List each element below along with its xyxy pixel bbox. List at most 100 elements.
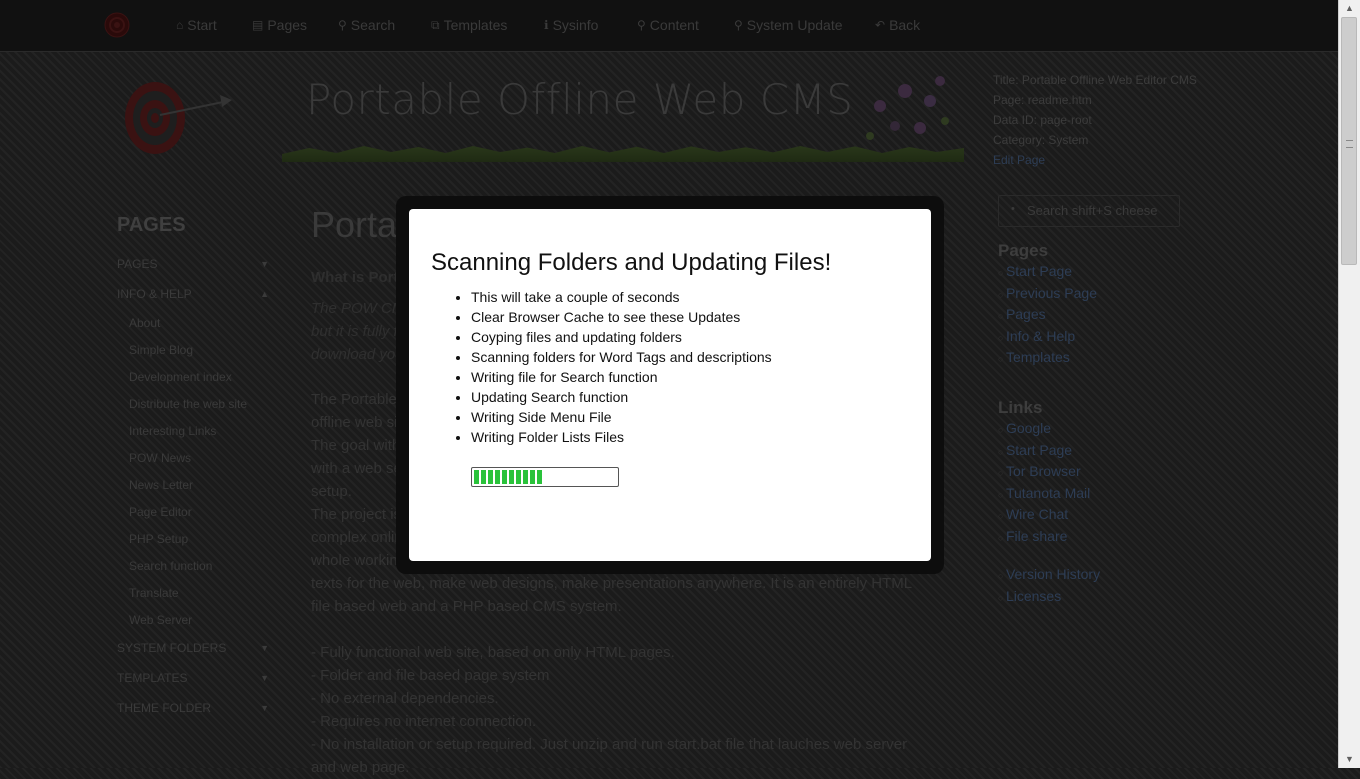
sidebar-item[interactable]: Interesting Links — [117, 421, 277, 448]
feature-item: - No external dependencies. — [311, 690, 499, 707]
nav-item-label: System Update — [746, 17, 843, 33]
chevron-up-icon: ▲ — [260, 289, 269, 299]
sidebar-item[interactable]: Page Editor — [117, 502, 277, 529]
sidebar-section-theme-folder[interactable]: THEME FOLDER ▼ — [117, 697, 277, 727]
bullet-icon: • — [1011, 203, 1015, 215]
dialog-title: Scanning Folders and Updating Files! — [431, 249, 832, 276]
nav-item-label: Back — [889, 17, 921, 33]
update-step: Coyping files and updating folders — [471, 327, 772, 347]
update-step: Writing Folder Lists Files — [471, 427, 772, 447]
templates-icon: ⧉ — [431, 17, 440, 32]
nav-item-label: Content — [649, 17, 699, 33]
external-link[interactable]: Start Page — [998, 440, 1198, 462]
sidebar-item[interactable]: Distribute the web site — [117, 394, 277, 421]
paragraph-line: texts for the web, make web designs, mak… — [311, 575, 913, 592]
info-link[interactable]: Licenses — [998, 586, 1198, 608]
nav-item-templates[interactable]: ⧉ Templates — [431, 17, 507, 33]
page-link[interactable]: Templates — [998, 347, 1198, 369]
page-link[interactable]: Info & Help — [998, 326, 1198, 348]
scroll-up-arrow-icon[interactable]: ▲ — [1341, 0, 1358, 17]
sidebar-section-pages[interactable]: PAGES ▼ — [117, 253, 277, 283]
sidebar-item[interactable]: Development index — [117, 367, 277, 394]
external-link[interactable]: Google — [998, 418, 1198, 440]
banner-title: Portable Offline Web CMS — [306, 75, 854, 124]
sidebar-menu: PAGES ▼ INFO & HELP ▲ About Simple Blog De… — [117, 253, 277, 727]
links-list: GoogleStart PageTor BrowserTutanota Mail… — [998, 418, 1198, 547]
sidebar-item[interactable]: Web Server — [117, 610, 277, 637]
sidebar-section-label: TEMPLATES — [117, 671, 188, 685]
nav-item-search[interactable]: ⚲ Search — [338, 17, 395, 33]
paragraph-line: file based web and a PHP based CMS syste… — [311, 598, 622, 615]
info-icon: ℹ — [544, 18, 549, 32]
page-info-data-id: Data ID: page-root — [993, 113, 1092, 127]
search-icon: ⚲ — [734, 18, 743, 32]
page-info-title: Title: Portable Offline Web Editor CMS — [993, 73, 1197, 87]
nav-item-back[interactable]: ↶ Back — [875, 17, 920, 33]
sidebar-section-system-folders[interactable]: SYSTEM FOLDERS ▼ — [117, 637, 277, 667]
chevron-down-icon: ▼ — [260, 259, 269, 269]
page-link[interactable]: Pages — [998, 304, 1198, 326]
top-nav-bar: ⌂ Start ▤ Pages ⚲ Search ⧉ Templates ℹ Sysinfo ⚲ Co… — [0, 0, 1338, 52]
scrollbar-thumb[interactable] — [1341, 17, 1357, 265]
chevron-down-icon: ▼ — [260, 703, 269, 713]
sidebar-item[interactable]: Search function — [117, 556, 277, 583]
sidebar-item[interactable]: About — [117, 313, 277, 340]
nav-item-label: Sysinfo — [552, 17, 599, 33]
nav-item-start[interactable]: ⌂ Start — [176, 17, 217, 33]
update-steps-list: This will take a couple of secondsClear … — [471, 287, 772, 447]
feature-item: - Fully functional web site, based on on… — [311, 644, 675, 661]
sidebar-section-templates[interactable]: TEMPLATES ▼ — [117, 667, 277, 697]
edit-page-link[interactable]: Edit Page — [993, 150, 1197, 170]
external-link[interactable]: Wire Chat — [998, 504, 1198, 526]
external-link[interactable]: Tor Browser — [998, 461, 1198, 483]
feature-item: - Requires no internet connection. — [311, 713, 537, 730]
update-step: Updating Search function — [471, 387, 772, 407]
nav-item-label: Search — [350, 17, 396, 33]
pages-link-list: Start PagePrevious PagePagesInfo & HelpT… — [998, 261, 1198, 369]
external-link[interactable]: File share — [998, 526, 1198, 548]
progress-bar-fill — [474, 470, 544, 484]
search-icon: ⚲ — [637, 18, 646, 32]
page-link[interactable]: Previous Page — [998, 283, 1198, 305]
vertical-scrollbar[interactable]: ▲ ▼ — [1338, 0, 1360, 768]
sidebar-item[interactable]: Simple Blog — [117, 340, 277, 367]
target-logo-icon[interactable] — [104, 12, 130, 38]
grip-icon — [1346, 140, 1353, 148]
sidebar-item[interactable]: News Letter — [117, 475, 277, 502]
sidebar-section-label: PAGES — [117, 257, 158, 271]
page-icon: ▤ — [252, 18, 264, 32]
progress-bar — [471, 467, 619, 487]
page-info-category: Category: System — [993, 133, 1089, 147]
update-step: Scanning folders for Word Tags and descr… — [471, 347, 772, 367]
update-step: Writing file for Search function — [471, 367, 772, 387]
flowers-decoration — [866, 76, 949, 140]
nav-item-label: Pages — [267, 17, 308, 33]
home-icon: ⌂ — [176, 18, 184, 32]
sidebar-item[interactable]: POW News — [117, 448, 277, 475]
sidebar-item[interactable]: PHP Setup — [117, 529, 277, 556]
more-links-list: Version HistoryLicenses — [998, 564, 1198, 607]
external-link[interactable]: Tutanota Mail — [998, 483, 1198, 505]
scroll-down-arrow-icon[interactable]: ▼ — [1341, 751, 1358, 768]
nav-item-system-update[interactable]: ⚲ System Update — [734, 17, 843, 33]
nav-item-pages[interactable]: ▤ Pages — [252, 17, 307, 33]
sidebar-section-label: INFO & HELP — [117, 287, 192, 301]
search-input[interactable]: • Search shift+S cheese — [998, 195, 1180, 227]
chevron-down-icon: ▼ — [260, 673, 269, 683]
sidebar-heading: PAGES — [117, 214, 186, 236]
pages-heading: Pages — [998, 241, 1049, 260]
info-link[interactable]: Version History — [998, 564, 1198, 586]
update-progress-dialog: Scanning Folders and Updating Files! Thi… — [409, 209, 931, 561]
nav-item-content[interactable]: ⚲ Content — [637, 17, 699, 33]
nav-item-sysinfo[interactable]: ℹ Sysinfo — [544, 17, 598, 33]
search-icon: ⚲ — [338, 18, 347, 32]
sidebar-section-label: SYSTEM FOLDERS — [117, 641, 227, 655]
feature-list: - Fully functional web site, based on on… — [311, 641, 941, 779]
update-step: Clear Browser Cache to see these Updates — [471, 307, 772, 327]
search-placeholder: Search shift+S cheese — [1027, 203, 1158, 218]
sidebar-item[interactable]: Translate — [117, 583, 277, 610]
page-link[interactable]: Start Page — [998, 261, 1198, 283]
update-step: This will take a couple of seconds — [471, 287, 772, 307]
sidebar-section-info-help[interactable]: INFO & HELP ▲ — [117, 283, 277, 313]
target-arrow-logo — [125, 82, 232, 154]
